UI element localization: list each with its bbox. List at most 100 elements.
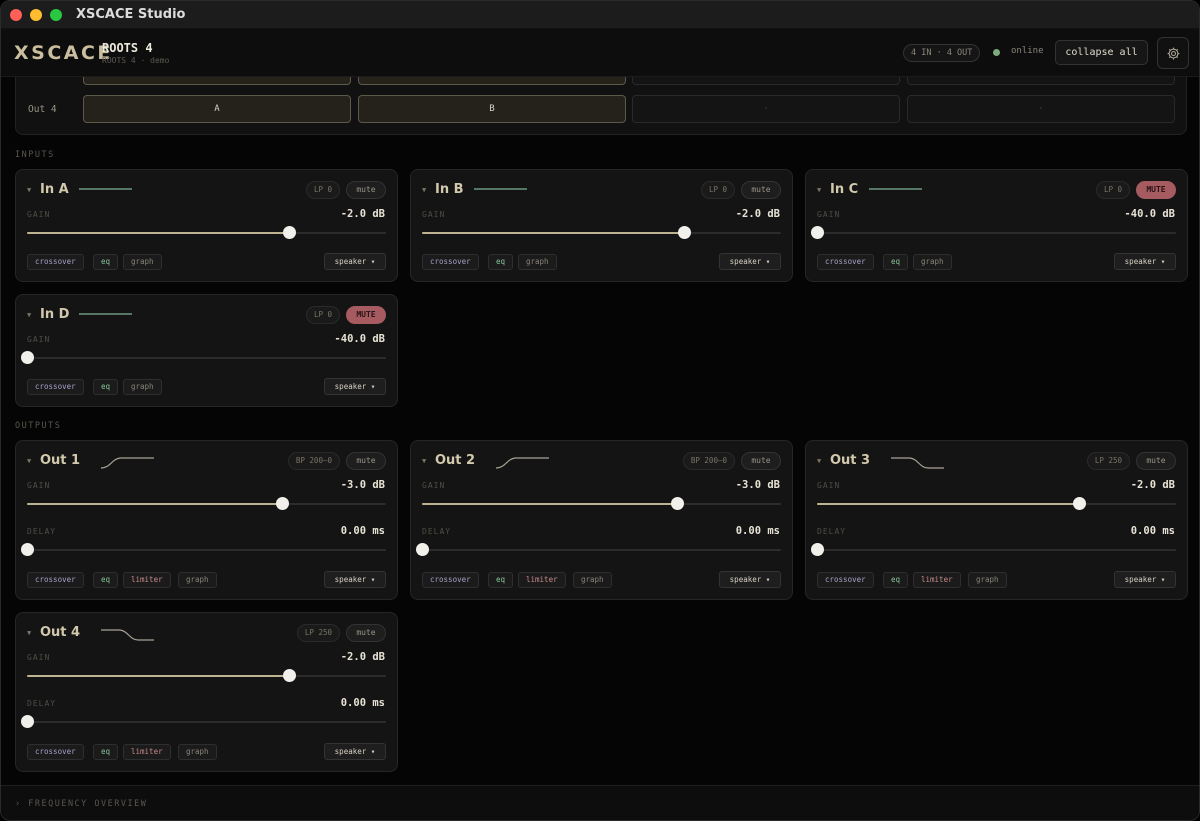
delay-slider-thumb[interactable] xyxy=(811,543,824,556)
filter-chip[interactable]: LP 0 xyxy=(305,306,340,324)
eq-tab[interactable]: eq xyxy=(93,744,119,760)
delay-slider-thumb[interactable] xyxy=(416,543,429,556)
filter-chip[interactable]: BP 200–0 xyxy=(682,452,735,470)
limiter-tab[interactable]: limiter xyxy=(518,572,566,588)
gain-slider[interactable] xyxy=(27,497,386,510)
eq-tab[interactable]: eq xyxy=(883,572,909,588)
mute-button[interactable]: MUTE xyxy=(346,306,386,324)
gain-slider-thumb[interactable] xyxy=(283,226,297,239)
collapse-caret-icon[interactable]: ▼ xyxy=(27,311,31,319)
gain-slider[interactable] xyxy=(422,497,781,510)
graph-tab[interactable]: graph xyxy=(518,254,557,270)
frequency-overview-toggle[interactable]: › FREQUENCY OVERVIEW xyxy=(15,799,147,809)
delay-slider[interactable] xyxy=(811,543,1176,556)
mute-button[interactable]: MUTE xyxy=(1136,181,1176,199)
channel-name: Out 3 xyxy=(830,453,871,468)
gain-slider[interactable] xyxy=(27,669,386,682)
graph-tab[interactable]: graph xyxy=(573,572,612,588)
eq-tab[interactable]: eq xyxy=(93,572,119,588)
eq-tab[interactable]: eq xyxy=(93,254,119,270)
graph-tab[interactable]: graph xyxy=(123,254,162,270)
gain-slider[interactable] xyxy=(27,226,386,239)
matrix-cell[interactable]: · xyxy=(907,95,1175,123)
gain-slider-thumb[interactable] xyxy=(670,497,684,510)
gain-slider[interactable] xyxy=(811,226,1176,239)
minimize-window-button[interactable] xyxy=(30,9,42,21)
collapse-caret-icon[interactable]: ▼ xyxy=(817,186,821,194)
mute-button[interactable]: mute xyxy=(741,181,781,199)
collapse-caret-icon[interactable]: ▼ xyxy=(27,457,31,465)
eq-tab[interactable]: eq xyxy=(488,572,514,588)
collapse-caret-icon[interactable]: ▼ xyxy=(422,457,426,465)
limiter-tab[interactable]: limiter xyxy=(123,572,171,588)
gain-slider[interactable] xyxy=(817,497,1176,510)
delay-slider[interactable] xyxy=(416,543,781,556)
limiter-tab[interactable]: limiter xyxy=(123,744,171,760)
graph-tab[interactable]: graph xyxy=(913,254,952,270)
channel-name: In B xyxy=(435,182,464,197)
matrix-cell[interactable]: · xyxy=(632,95,900,123)
filter-chip[interactable]: LP 0 xyxy=(305,181,340,199)
graph-tab[interactable]: graph xyxy=(178,572,217,588)
speaker-dropdown[interactable]: speaker ▾ xyxy=(719,571,781,588)
crossover-tab[interactable]: crossover xyxy=(27,572,84,588)
gain-slider-thumb[interactable] xyxy=(275,497,289,510)
collapse-caret-icon[interactable]: ▼ xyxy=(27,186,31,194)
matrix-cell[interactable]: B xyxy=(358,95,626,123)
filter-chip[interactable]: LP 250 xyxy=(1086,452,1130,470)
eq-tab[interactable]: eq xyxy=(93,379,119,395)
gain-slider-fill xyxy=(422,503,677,505)
graph-tab[interactable]: graph xyxy=(123,379,162,395)
settings-button[interactable] xyxy=(1157,37,1189,69)
zoom-window-button[interactable] xyxy=(50,9,62,21)
mute-button[interactable]: mute xyxy=(346,624,386,642)
input-channel-card: ▼ In D MUTE LP 0 GAIN -40.0 dB crossover eq grap… xyxy=(15,294,398,407)
delay-slider[interactable] xyxy=(21,543,386,556)
gain-slider[interactable] xyxy=(21,351,386,364)
collapse-caret-icon[interactable]: ▼ xyxy=(422,186,426,194)
filter-chip[interactable]: LP 250 xyxy=(296,624,340,642)
speaker-dropdown[interactable]: speaker ▾ xyxy=(324,378,386,395)
delay-slider-thumb[interactable] xyxy=(21,543,34,556)
channel-name: In A xyxy=(40,182,69,197)
gain-slider-thumb[interactable] xyxy=(283,669,297,682)
crossover-tab[interactable]: crossover xyxy=(422,572,479,588)
matrix-cell[interactable]: A xyxy=(83,95,351,123)
filter-chip[interactable]: LP 0 xyxy=(1095,181,1130,199)
crossover-tab[interactable]: crossover xyxy=(817,254,874,270)
eq-tab[interactable]: eq xyxy=(883,254,909,270)
limiter-tab[interactable]: limiter xyxy=(913,572,961,588)
speaker-dropdown[interactable]: speaker ▾ xyxy=(324,743,386,760)
mute-button[interactable]: mute xyxy=(741,452,781,470)
eq-tab[interactable]: eq xyxy=(488,254,514,270)
speaker-dropdown[interactable]: speaker ▾ xyxy=(1114,571,1176,588)
mute-button[interactable]: mute xyxy=(346,181,386,199)
delay-slider[interactable] xyxy=(21,715,386,728)
mute-button[interactable]: mute xyxy=(346,452,386,470)
crossover-tab[interactable]: crossover xyxy=(27,254,84,270)
crossover-tab[interactable]: crossover xyxy=(422,254,479,270)
gain-slider[interactable] xyxy=(422,226,781,239)
gain-slider-thumb[interactable] xyxy=(1073,497,1087,510)
frequency-overview-bar[interactable]: › FREQUENCY OVERVIEW xyxy=(1,785,1199,820)
close-window-button[interactable] xyxy=(10,9,22,21)
collapse-caret-icon[interactable]: ▼ xyxy=(817,457,821,465)
delay-slider-thumb[interactable] xyxy=(21,715,34,728)
gain-slider-thumb[interactable] xyxy=(21,351,34,364)
collapse-all-button[interactable]: collapse all xyxy=(1055,40,1148,65)
crossover-tab[interactable]: crossover xyxy=(27,744,84,760)
mute-button[interactable]: mute xyxy=(1136,452,1176,470)
gain-slider-thumb[interactable] xyxy=(678,226,692,239)
collapse-caret-icon[interactable]: ▼ xyxy=(27,629,31,637)
filter-chip[interactable]: BP 200–0 xyxy=(287,452,340,470)
graph-tab[interactable]: graph xyxy=(968,572,1007,588)
speaker-dropdown[interactable]: speaker ▾ xyxy=(719,253,781,270)
gain-slider-thumb[interactable] xyxy=(811,226,824,239)
speaker-dropdown[interactable]: speaker ▾ xyxy=(324,253,386,270)
speaker-dropdown[interactable]: speaker ▾ xyxy=(324,571,386,588)
crossover-tab[interactable]: crossover xyxy=(27,379,84,395)
speaker-dropdown[interactable]: speaker ▾ xyxy=(1114,253,1176,270)
graph-tab[interactable]: graph xyxy=(178,744,217,760)
filter-chip[interactable]: LP 0 xyxy=(700,181,735,199)
crossover-tab[interactable]: crossover xyxy=(817,572,874,588)
